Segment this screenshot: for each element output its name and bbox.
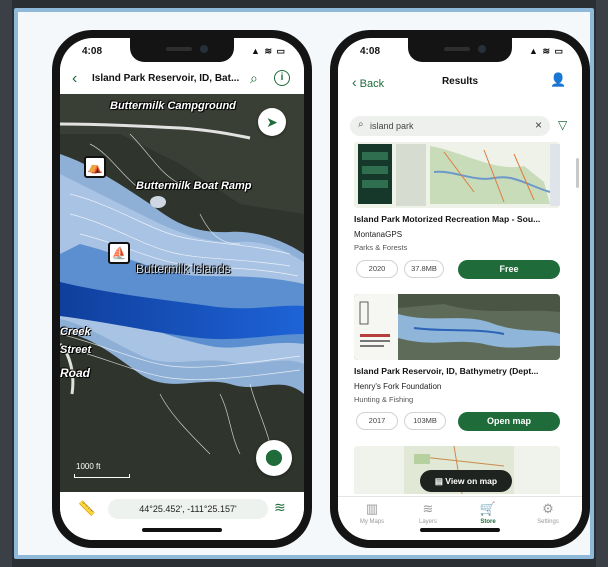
tab-label: Layers	[418, 519, 437, 525]
label-road-c: Road	[60, 366, 90, 380]
label-boat-ramp: Buttermilk Boat Ramp	[136, 180, 252, 192]
maps-icon: ▥	[365, 501, 379, 516]
location-pin-button[interactable]: ⬤	[256, 440, 292, 476]
location-pin-icon: ⬤	[265, 449, 283, 466]
label-islands: Buttermilk Islands	[136, 262, 231, 276]
tab-label: My Maps	[359, 519, 385, 525]
tab-settings[interactable]: ⚙ Settings	[522, 501, 574, 525]
coordinates-readout: 44°25.452', -111°25.157'	[108, 499, 268, 519]
result-title: Island Park Motorized Recreation Map - S…	[354, 214, 541, 224]
ruler-icon[interactable]: 📏	[78, 500, 95, 517]
scale-label: 1000 ft	[76, 462, 101, 471]
speaker	[166, 47, 192, 51]
result-thumbnail	[354, 294, 560, 360]
label-road-b: Street	[60, 344, 92, 356]
notch	[130, 38, 234, 62]
search-bar: ⌕ ×	[350, 116, 550, 136]
label-campground: Buttermilk Campground	[110, 100, 236, 112]
camera	[478, 45, 486, 53]
result-card[interactable]: Island Park Motorized Recreation Map - S…	[354, 142, 568, 292]
speaker	[444, 47, 470, 51]
results-header: ‹ Back Results 👤	[338, 64, 582, 108]
layers-icon: ≋	[422, 501, 434, 516]
year-badge: 2020	[356, 260, 398, 278]
label-road-a: Creek	[60, 326, 91, 338]
tab-layers[interactable]: ≋ Layers	[402, 501, 454, 525]
tab-label: Settings	[537, 519, 559, 525]
filter-icon[interactable]: ▽	[558, 118, 567, 132]
phone-results-view: 4:08 ▲ ≋ ▭ ‹Back Results 👤 ⌕ × ▽	[330, 30, 590, 548]
image-frame: 4:08 ▲ ≋ ▭ ‹ Island Park Reservoir, ID, …	[14, 8, 594, 559]
home-indicator	[420, 528, 500, 532]
frame-inner: 4:08 ▲ ≋ ▭ ‹ Island Park Reservoir, ID, …	[18, 12, 590, 555]
phone-map-view: 4:08 ▲ ≋ ▭ ‹ Island Park Reservoir, ID, …	[52, 30, 312, 548]
tab-my-maps[interactable]: ▥ My Maps	[346, 501, 398, 525]
year-badge: 2017	[356, 412, 398, 430]
tab-label: Store	[480, 519, 496, 525]
status-icons: ▲ ≋ ▭	[251, 46, 286, 56]
result-category: Parks & Forests	[354, 243, 408, 252]
status-time: 4:08	[360, 46, 381, 57]
page-title: Results	[441, 76, 479, 87]
account-check-icon[interactable]: 👤	[550, 72, 566, 88]
scrollbar[interactable]	[576, 158, 579, 188]
result-title: Island Park Reservoir, ID, Bathymetry (D…	[354, 366, 539, 376]
bathymetry-map[interactable]: Buttermilk Campground ⛺ Buttermilk Boat …	[60, 94, 304, 492]
tab-bar: ▥ My Maps ≋ Layers 🛒 Store ⚙ Settings	[338, 496, 582, 540]
size-badge: 103MB	[404, 412, 446, 430]
size-badge: 37.8MB	[404, 260, 444, 278]
info-icon[interactable]: i	[274, 70, 290, 86]
result-publisher: Henry's Fork Foundation	[354, 382, 442, 391]
close-icon[interactable]: ×	[535, 118, 542, 132]
view-on-map-button[interactable]: ▤ View on map	[420, 470, 512, 492]
map-screen: 4:08 ▲ ≋ ▭ ‹ Island Park Reservoir, ID, …	[60, 38, 304, 540]
map-graphic	[60, 94, 304, 492]
background-right	[596, 0, 608, 567]
notch	[408, 38, 512, 62]
map-header: ‹ Island Park Reservoir, ID, Bat... ⌕ i	[60, 64, 304, 94]
map-icon: ▤	[434, 476, 446, 486]
results-list: Island Park Motorized Recreation Map - S…	[338, 142, 582, 494]
boat-icon[interactable]: ⛵	[108, 242, 130, 264]
open-map-button[interactable]: Open map	[458, 412, 560, 431]
status-icons: ▲ ≋ ▭	[529, 46, 564, 56]
camera	[200, 45, 208, 53]
gear-icon: ⚙	[542, 501, 554, 516]
map-title: Island Park Reservoir, ID, Bat...	[92, 73, 240, 84]
result-category: Hunting & Fishing	[354, 395, 414, 404]
search-input[interactable]	[370, 119, 520, 133]
tent-icon[interactable]: ⛺	[84, 156, 106, 178]
navigation-arrow-icon[interactable]: ➤	[258, 108, 286, 136]
search-icon: ⌕	[358, 119, 364, 130]
search-icon[interactable]: ⌕	[250, 70, 258, 87]
free-button[interactable]: Free	[458, 260, 560, 279]
map-bottom-bar: 📏 44°25.452', -111°25.157' ≋	[60, 492, 304, 540]
result-thumbnail	[354, 142, 560, 208]
scale-bar	[74, 474, 130, 478]
home-indicator	[142, 528, 222, 532]
tab-store[interactable]: 🛒 Store	[462, 501, 514, 525]
result-publisher: MontanaGPS	[354, 230, 403, 239]
status-time: 4:08	[82, 46, 103, 57]
layers-icon[interactable]: ≋	[274, 499, 286, 516]
thumbnail-graphic	[354, 294, 560, 360]
view-map-label: View on map	[445, 476, 498, 486]
chevron-left-icon[interactable]: ‹	[72, 70, 77, 88]
background-left	[0, 0, 12, 567]
results-screen: 4:08 ▲ ≋ ▭ ‹Back Results 👤 ⌕ × ▽	[338, 38, 582, 540]
result-card[interactable]: Island Park Reservoir, ID, Bathymetry (D…	[354, 294, 568, 444]
thumbnail-graphic	[354, 142, 560, 208]
cart-icon: 🛒	[479, 501, 497, 516]
